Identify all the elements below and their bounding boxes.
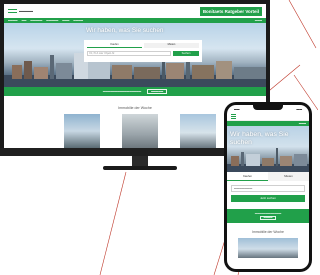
nav-item[interactable]: ▬▬▬▬▬ [30,19,42,22]
tab-kaufen[interactable]: Kaufen [87,43,142,48]
nav-item[interactable]: ▬▬ [22,19,27,22]
mobile-section-title: Immobilie der Woche [252,230,284,234]
mobile-search-tabs: Kaufen Mieten [227,172,309,181]
mobile-tab-kaufen[interactable]: Kaufen [227,172,268,181]
logo-wordmark: ▬▬▬▬ [19,9,33,13]
site-header: ▬▬▬▬ Bonitaets Ratgeber Vorteil [4,4,266,18]
city-skyline-image [227,148,309,172]
hero-section: Wir haben, was Sie suchen Kaufen Mieten … [4,23,266,87]
top-bar-link[interactable]: ▬▬▬ [299,122,306,125]
hero-headline: Wir haben, was Sie suchen [86,27,164,34]
mobile-search-button[interactable]: Jetzt suchen [231,195,305,202]
header-cta-button[interactable]: Bonitaets Ratgeber Vorteil [199,6,262,16]
search-button[interactable]: Suchen [173,51,199,56]
nav-item[interactable]: ▬▬▬▬ [73,19,83,22]
nav-item[interactable]: ▬▬▬ [62,19,69,22]
promo-text: ▬▬▬▬▬▬▬▬▬▬▬▬▬▬▬▬ [102,90,142,93]
nav-item[interactable]: ▬▬▬▬▬ [46,19,58,22]
mobile-hero: Wir haben, was Sie suchen [227,126,309,172]
promo-button[interactable]: ▬▬▬▬▬ [147,89,168,94]
promo-band: ▬▬▬▬▬▬▬▬▬▬▬▬▬▬▬▬ ▬▬▬▬▬ [4,87,266,96]
mobile-header [227,112,309,121]
mobile-promo-text: ▬▬▬▬▬▬▬▬▬▬▬▬ [254,212,282,215]
search-form: Ort, PLZ oder Objekt-Nr. Suchen [87,51,199,56]
hamburger-menu-icon[interactable] [231,113,236,119]
smartphone: ▬▬ ▬▬ ▬▬▬ Wir haben, was Sie suchen Kauf… [224,102,312,272]
logo-icon [8,9,17,13]
status-icons: ▬▬ [296,106,302,111]
nav-item-right[interactable]: ▬▬▬ [255,19,262,22]
mobile-website: ▬▬ ▬▬ ▬▬▬ Wir haben, was Sie suchen Kauf… [227,105,309,269]
search-box: Kaufen Mieten Ort, PLZ oder Objekt-Nr. S… [84,40,202,62]
tab-mieten[interactable]: Mieten [144,43,199,48]
mobile-search-input[interactable]: ▬▬▬▬▬▬▬ [231,185,305,192]
search-tabs: Kaufen Mieten [87,43,199,48]
mobile-promo-button[interactable]: ▬▬▬▬ [259,215,277,220]
property-card-image[interactable] [180,114,216,148]
mobile-property-card-image[interactable] [238,238,298,258]
property-card-image[interactable] [64,114,100,148]
status-time: ▬▬ [234,106,240,111]
monitor-stand [132,156,148,166]
phone-notch [253,105,283,110]
nav-item[interactable]: ▬▬▬▬ [8,19,18,22]
mobile-hero-headline: Wir haben, was Sie suchen [230,131,289,146]
mobile-tab-mieten[interactable]: Mieten [268,172,309,181]
property-card-image[interactable] [122,114,158,148]
search-input[interactable]: Ort, PLZ oder Objekt-Nr. [87,51,171,56]
site-logo[interactable]: ▬▬▬▬ [8,9,33,13]
mobile-search-form: ▬▬▬▬▬▬▬ Jetzt suchen [227,181,309,205]
monitor-base [103,166,177,170]
mobile-promo-band: ▬▬▬▬▬▬▬▬▬▬▬▬ ▬▬▬▬ [227,209,309,223]
